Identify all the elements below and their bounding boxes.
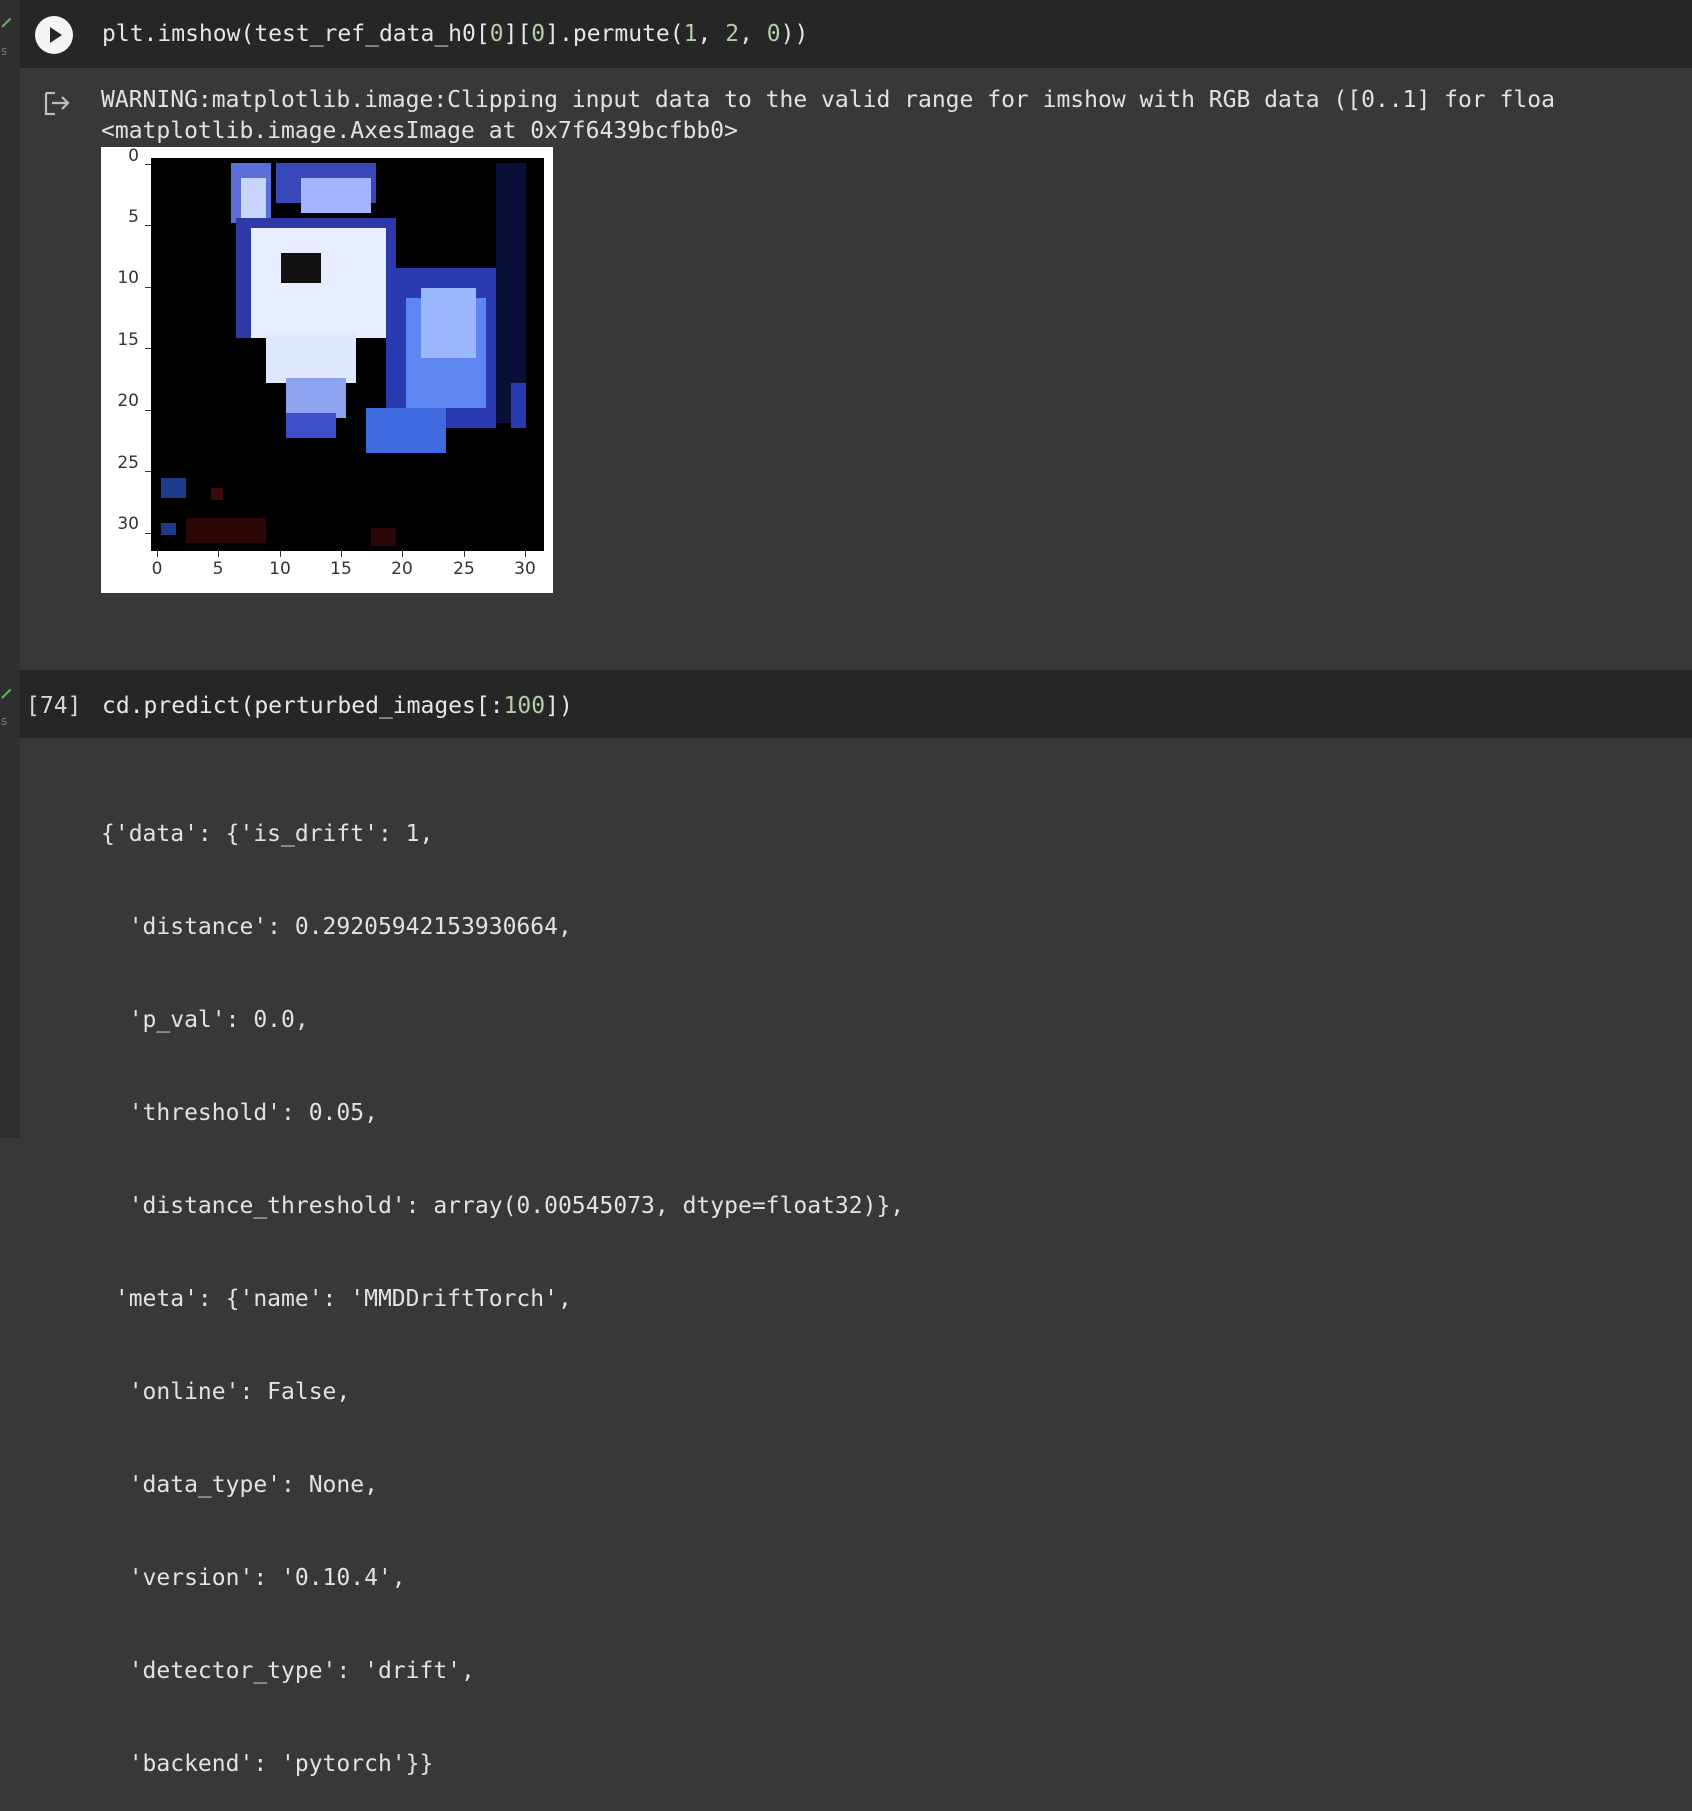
x-tick-label: 30 xyxy=(514,559,536,579)
x-tick-mark xyxy=(402,551,403,557)
x-tick-label: 10 xyxy=(269,559,291,579)
output-line: 'distance': 0.29205942153930664, xyxy=(101,914,572,940)
output-line: 'p_val': 0.0, xyxy=(101,1007,309,1033)
image-pixels xyxy=(161,523,176,535)
output-line: 'threshold': 0.05, xyxy=(101,1100,378,1126)
image-pixels xyxy=(286,413,336,438)
y-tick-mark xyxy=(145,225,151,226)
x-tick-label: 5 xyxy=(212,559,224,579)
execution-count[interactable]: [74] xyxy=(26,692,81,720)
cell-code[interactable]: cd.predict(perturbed_images[:100]) xyxy=(102,692,573,720)
x-tick-mark xyxy=(464,551,465,557)
y-tick-mark xyxy=(145,287,151,288)
output-line: 'data_type': None, xyxy=(101,1472,378,1498)
image-pixels xyxy=(421,288,476,358)
output-line: 'backend': 'pytorch'}} xyxy=(101,1751,434,1777)
y-tick-label: 15 xyxy=(117,330,139,350)
output-line: 'version': '0.10.4', xyxy=(101,1565,406,1591)
output-line: 'online': False, xyxy=(101,1379,351,1405)
image-pixels xyxy=(281,253,321,283)
x-tick-label: 0 xyxy=(151,559,163,579)
left-gutter xyxy=(0,0,20,1138)
y-tick-label: 20 xyxy=(117,391,139,411)
y-tick-label: 30 xyxy=(117,514,139,534)
cell-status-mark: s xyxy=(1,714,8,728)
y-tick-mark xyxy=(145,533,151,534)
y-tick-label: 10 xyxy=(117,268,139,288)
y-tick-mark xyxy=(145,164,151,165)
x-tick-mark xyxy=(280,551,281,557)
run-cell-button[interactable] xyxy=(35,16,73,54)
imshow-figure: 0 5 10 15 20 25 30 0 5 10 15 20 25 30 xyxy=(101,146,553,593)
image-pixels xyxy=(286,378,346,418)
image-pixels xyxy=(511,383,526,428)
output-warning: WARNING:matplotlib.image:Clipping input … xyxy=(101,87,1555,113)
cell-status-mark: s xyxy=(1,44,8,58)
y-tick-label: 5 xyxy=(128,207,139,227)
y-tick-label: 25 xyxy=(117,453,139,473)
x-tick-label: 20 xyxy=(391,559,413,579)
image-pixels xyxy=(366,408,446,453)
cell-code[interactable]: plt.imshow(test_ref_data_h0[0][0].permut… xyxy=(102,20,808,48)
x-tick-mark xyxy=(157,551,158,557)
image-pixels xyxy=(251,228,386,338)
image-pixels xyxy=(211,488,223,500)
output-redirect-icon[interactable] xyxy=(42,88,72,118)
output-line: 'distance_threshold': array(0.00545073, … xyxy=(101,1193,905,1219)
output-line: 'detector_type': 'drift', xyxy=(101,1658,475,1684)
image-pixels xyxy=(266,333,356,383)
y-tick-label: 0 xyxy=(128,146,139,166)
y-tick-mark xyxy=(145,348,151,349)
x-tick-mark xyxy=(218,551,219,557)
y-tick-mark xyxy=(145,471,151,472)
output-line: 'meta': {'name': 'MMDDriftTorch', xyxy=(101,1286,572,1312)
x-tick-mark xyxy=(341,551,342,557)
image-pixels xyxy=(301,178,371,213)
x-tick-mark xyxy=(525,551,526,557)
y-tick-mark xyxy=(145,410,151,411)
image-pixels xyxy=(186,518,266,543)
output-line: {'data': {'is_drift': 1, xyxy=(101,821,434,847)
image-axes xyxy=(151,158,544,551)
output-repr: <matplotlib.image.AxesImage at 0x7f6439b… xyxy=(101,118,738,144)
image-pixels xyxy=(371,528,396,546)
cell-output: {'data': {'is_drift': 1, 'distance': 0.2… xyxy=(101,757,904,1811)
x-tick-label: 15 xyxy=(330,559,352,579)
image-pixels xyxy=(161,478,186,498)
x-tick-label: 25 xyxy=(453,559,475,579)
